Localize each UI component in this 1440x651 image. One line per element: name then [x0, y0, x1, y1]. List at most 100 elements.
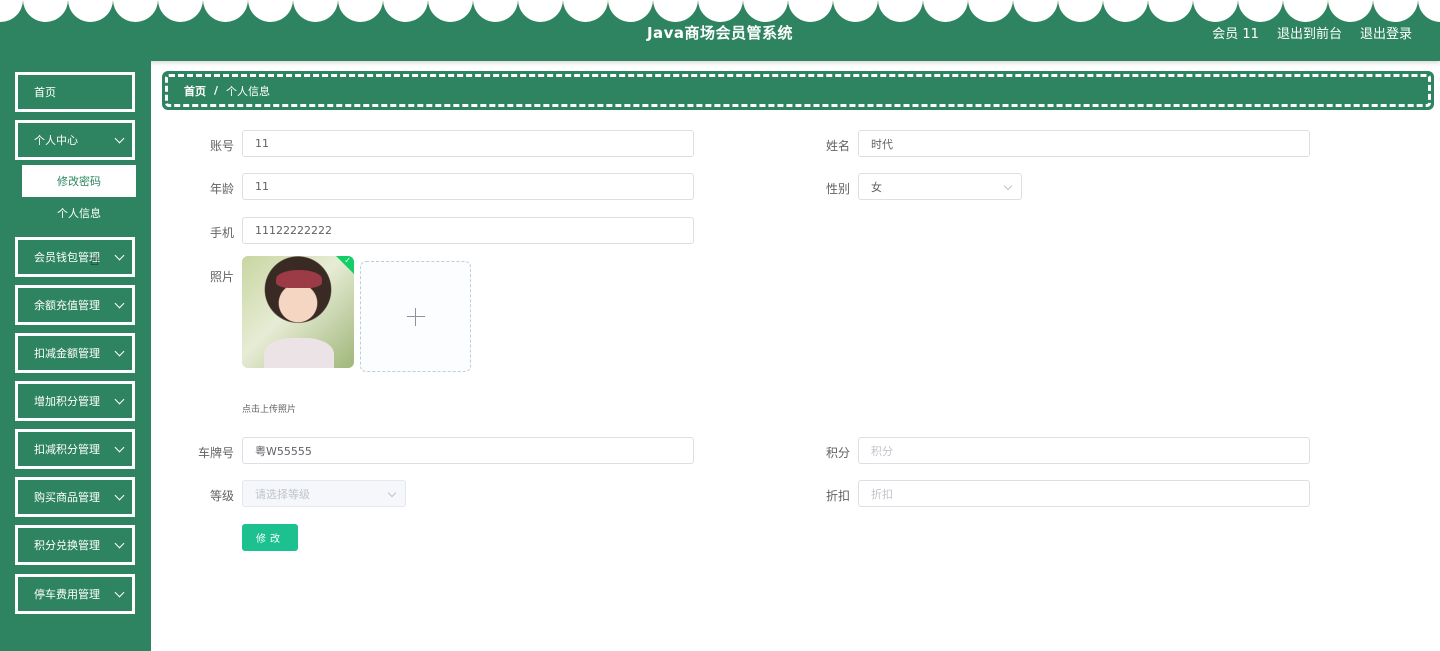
breadcrumb-home[interactable]: 首页 [184, 83, 206, 99]
chevron-down-icon [114, 442, 125, 453]
scallop [563, 0, 608, 22]
gender-select[interactable]: 女 [858, 173, 1022, 200]
exit-to-front-link[interactable]: 退出到前台 [1277, 23, 1342, 42]
sidebar-item-label: 积分兑换管理 [34, 539, 100, 552]
sidebar-item-add-points[interactable]: 增加积分管理 [15, 381, 135, 421]
submit-button[interactable]: 修改 [242, 524, 298, 551]
account-input[interactable]: 11 [242, 130, 694, 157]
discount-label: 折扣 [825, 489, 850, 503]
level-placeholder: 请选择等级 [255, 487, 310, 501]
name-input[interactable]: 时代 [858, 130, 1310, 157]
sidebar-item-label: 扣减积分管理 [34, 443, 100, 456]
scallop [968, 0, 1013, 22]
scallop [1373, 0, 1418, 22]
scallop [383, 0, 428, 22]
scallop [833, 0, 878, 22]
chevron-down-icon [114, 133, 125, 144]
discount-input[interactable]: 折扣 [858, 480, 1310, 507]
chevron-down-icon [387, 488, 397, 498]
sidebar-item-points-exchange[interactable]: 积分兑换管理 [15, 525, 135, 565]
scallop [428, 0, 473, 22]
account-label: 账号 [209, 139, 234, 153]
scallop [1283, 0, 1328, 22]
scallop [518, 0, 563, 22]
chevron-down-icon [114, 587, 125, 598]
scallop [1103, 0, 1148, 22]
scallop-border [0, 0, 1440, 22]
level-label: 等级 [209, 489, 234, 503]
scallop [698, 0, 743, 22]
chevron-down-icon [114, 490, 125, 501]
scallop [1013, 0, 1058, 22]
scallop [23, 0, 68, 22]
sidebar-item-deduct-amount[interactable]: 扣减金额管理 [15, 333, 135, 373]
sidebar: 首页 个人中心 修改密码 个人信息 会员钱包管理 余额充值管理 扣减金额管理 增… [0, 61, 151, 651]
sidebar-item-personal-center[interactable]: 个人中心 [15, 120, 135, 160]
phone-input[interactable]: 11122222222 [242, 217, 694, 244]
scallop [293, 0, 338, 22]
scallop [608, 0, 653, 22]
chevron-down-icon [114, 346, 125, 357]
plate-label: 车牌号 [197, 446, 234, 460]
points-input[interactable]: 积分 [858, 437, 1310, 464]
scallop [0, 0, 23, 22]
age-input[interactable]: 11 [242, 173, 694, 200]
submenu-item-personal-info[interactable]: 个人信息 [22, 197, 136, 229]
plate-input[interactable]: 粤W55555 [242, 437, 694, 464]
sidebar-item-parking-fee[interactable]: 停车费用管理 [15, 574, 135, 614]
sidebar-item-label: 余额充值管理 [34, 299, 100, 312]
sidebar-item-label: 首页 [34, 86, 56, 99]
chevron-down-icon [1003, 181, 1013, 191]
scallop [203, 0, 248, 22]
sidebar-item-label: 购买商品管理 [34, 491, 100, 504]
chevron-down-icon [114, 394, 125, 405]
breadcrumb-current: 个人信息 [226, 84, 271, 98]
scallop [1058, 0, 1103, 22]
photo-label: 照片 [209, 270, 234, 284]
chevron-down-icon [114, 298, 125, 309]
profile-photo[interactable]: ✓ [242, 256, 354, 368]
level-select[interactable]: 请选择等级 [242, 480, 406, 507]
phone-label: 手机 [209, 226, 234, 240]
scallop [473, 0, 518, 22]
scallop [248, 0, 293, 22]
upload-tip: 点击上传照片 [242, 405, 297, 415]
gender-value: 女 [871, 180, 882, 194]
hand-cursor-icon: ☝ [90, 251, 100, 269]
sidebar-item-recharge[interactable]: 余额充值管理 [15, 285, 135, 325]
points-label: 积分 [825, 446, 850, 460]
sidebar-item-label: 增加积分管理 [34, 395, 100, 408]
sidebar-item-deduct-points[interactable]: 扣减积分管理 [15, 429, 135, 469]
scallop [788, 0, 833, 22]
sidebar-item-label: 停车费用管理 [34, 588, 100, 601]
scallop [743, 0, 788, 22]
scallop [338, 0, 383, 22]
scallop [878, 0, 923, 22]
scallop [1418, 0, 1440, 22]
chevron-down-icon [114, 538, 125, 549]
check-icon: ✓ [344, 256, 351, 265]
breadcrumb: 首页 / 个人信息 [162, 71, 1434, 110]
sidebar-item-label: 个人中心 [34, 134, 78, 147]
scallop [113, 0, 158, 22]
scallop [1328, 0, 1373, 22]
scallop [1193, 0, 1238, 22]
upload-button[interactable] [360, 261, 471, 372]
scallop [923, 0, 968, 22]
sidebar-item-label: 扣减金额管理 [34, 347, 100, 360]
sidebar-item-wallet[interactable]: 会员钱包管理 [15, 237, 135, 277]
scallop [158, 0, 203, 22]
photo-detail [264, 338, 334, 368]
chevron-down-icon [114, 250, 125, 261]
logout-link[interactable]: 退出登录 [1360, 23, 1412, 42]
submenu-item-change-password[interactable]: 修改密码 [22, 165, 136, 197]
scallop [653, 0, 698, 22]
age-label: 年龄 [209, 182, 234, 196]
sidebar-item-home[interactable]: 首页 [15, 72, 135, 112]
sidebar-item-purchase[interactable]: 购买商品管理 [15, 477, 135, 517]
breadcrumb-inner: 首页 / 个人信息 [165, 74, 1431, 107]
current-user: 会员 11 [1212, 27, 1259, 42]
name-label: 姓名 [825, 139, 850, 153]
top-header: Java商场会员管系统 会员 11 退出到前台 退出登录 [0, 0, 1440, 61]
plus-icon [406, 307, 425, 326]
